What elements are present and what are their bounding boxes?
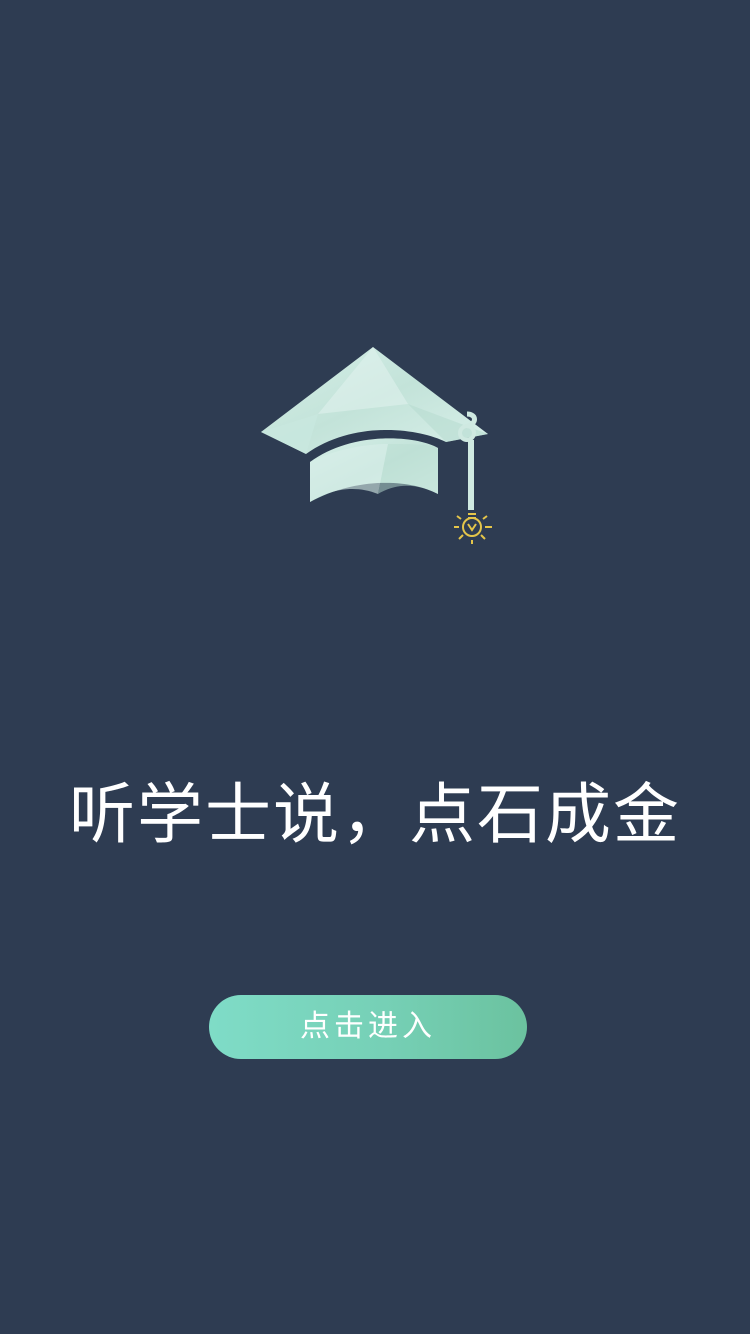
enter-button[interactable]: 点击进入	[209, 995, 527, 1059]
slogan-text: 听学士说，点石成金	[69, 776, 681, 853]
splash-screen: 听学士说，点石成金 点击进入	[0, 0, 750, 1334]
graduation-cap-lightbulb-icon	[258, 344, 498, 554]
